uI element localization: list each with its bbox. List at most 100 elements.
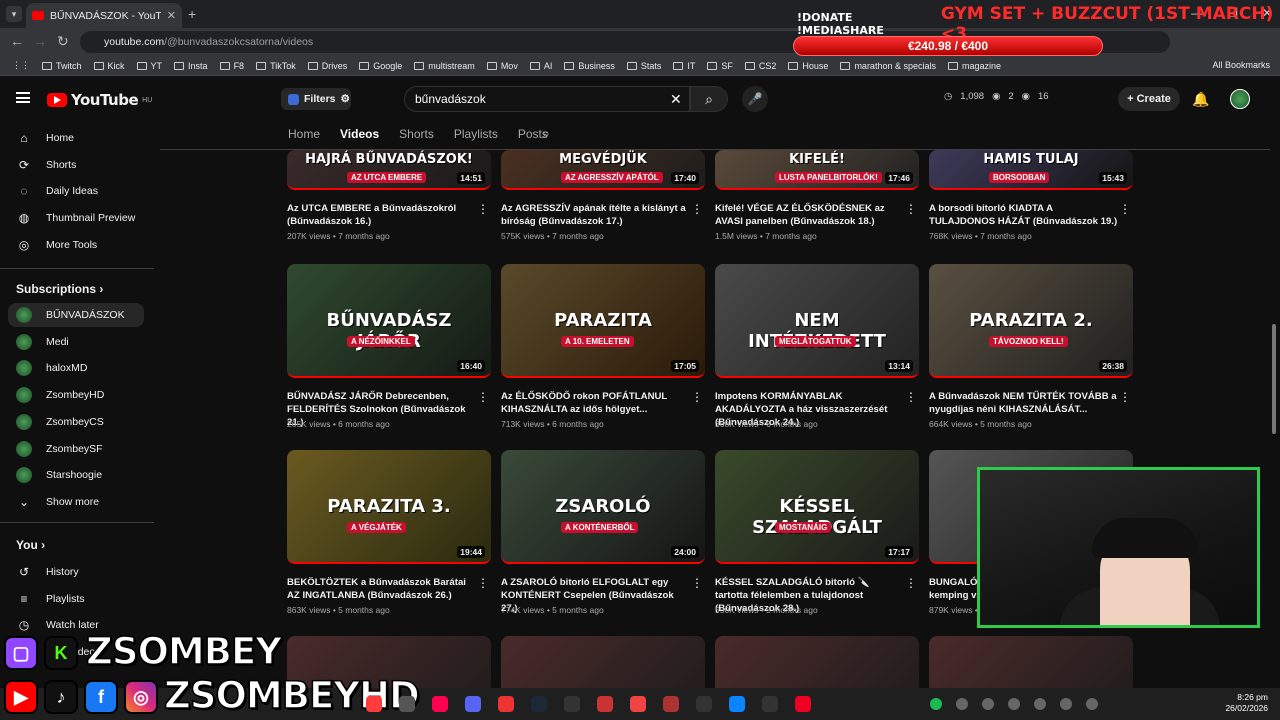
bookmark-item[interactable]: Business [558, 61, 621, 71]
sidebar-item-home[interactable]: ⌂ Home [8, 126, 144, 150]
taskbar-app-icon[interactable] [762, 696, 778, 712]
video-thumbnail[interactable]: KIFELÉ! LUSTA PANELBITORLÓK! 17:46 [715, 150, 919, 190]
more-options-icon[interactable]: ⋮ [905, 390, 917, 404]
taskbar-app-icon[interactable] [366, 696, 382, 712]
taskbar-app-icon[interactable] [795, 696, 811, 712]
more-options-icon[interactable]: ⋮ [477, 202, 489, 216]
more-options-icon[interactable]: ⋮ [477, 390, 489, 404]
video-card[interactable]: KÉSSEL SZALADGÁLTMOSTANÁIG17:17KÉSSEL SZ… [715, 450, 919, 615]
subscription-item[interactable]: BŰNVADÁSZOK [8, 303, 144, 327]
browser-tab[interactable]: BŰNVADÁSZOK - YouTube ✕ [26, 3, 182, 28]
notifications-icon[interactable]: 🔔 [1192, 91, 1209, 108]
bookmark-item[interactable]: TikTok [250, 61, 302, 71]
sidebar-item-daily-ideas[interactable]: ◌ Daily Ideas [8, 179, 144, 203]
bookmark-item[interactable]: AI [524, 61, 559, 71]
more-options-icon[interactable]: ⋮ [905, 202, 917, 216]
more-options-icon[interactable]: ⋮ [691, 390, 703, 404]
search-button[interactable]: ⌕ [690, 86, 728, 112]
tab-videos[interactable]: Videos [340, 127, 379, 141]
apps-icon[interactable]: ⋮⋮ [6, 60, 36, 71]
video-card[interactable]: HAJRÁ BŰNVADÁSZOK! AZ UTCA EMBERE 14:51 Az … [287, 150, 491, 241]
video-card[interactable]: HAMIS TULAJ BORSODBAN 15:43 A borsodi bitor… [929, 150, 1133, 241]
youtube-logo[interactable]: YouTube HU [47, 91, 152, 109]
spotify-icon[interactable] [930, 698, 942, 710]
clear-search-icon[interactable]: ✕ [670, 91, 682, 108]
sidebar-item-more-tools[interactable]: ◎ More Tools [8, 233, 144, 257]
account-avatar[interactable] [1230, 89, 1250, 109]
bookmark-item[interactable]: Google [353, 61, 408, 71]
bookmark-item[interactable]: Twitch [36, 61, 88, 71]
bookmark-item[interactable]: SF [701, 61, 739, 71]
video-title[interactable]: Az AGRESSZÍV apának ítélte a kislányt a … [501, 202, 691, 228]
video-title[interactable]: Az UTCA EMBERE a Bűnvadászokról (Bűnvadá… [287, 202, 477, 228]
tab-home[interactable]: Home [288, 127, 320, 141]
reload-button[interactable]: ↻ [57, 33, 69, 50]
menu-icon[interactable] [16, 92, 30, 103]
video-title[interactable]: Az ÉLŐSKÖDŐ rokon POFÁTLANUL KIHASZNÁLTA… [501, 390, 691, 416]
tab-search-button[interactable]: ▾ [6, 6, 22, 22]
video-title[interactable]: A Bűnvadászok NEM TŰRTÉK TOVÁBB a nyugdí… [929, 390, 1119, 416]
video-title[interactable]: Kifelé! VÉGE AZ ÉLŐSKÖDÉSNEK az AVASI pa… [715, 202, 905, 228]
subscription-item[interactable]: haloxMD [8, 356, 144, 380]
video-title[interactable]: A borsodi bitorló KIADTA A TULAJDONOS HÁ… [929, 202, 1119, 228]
filters-button[interactable]: Filters ⚙ [281, 88, 351, 110]
video-thumbnail[interactable] [501, 636, 705, 690]
video-thumbnail[interactable] [929, 636, 1133, 690]
bookmark-item[interactable]: F8 [214, 61, 251, 71]
more-options-icon[interactable]: ⋮ [477, 576, 489, 590]
video-card[interactable]: PARAZITA A 10. EMELETEN 17:05 Az ÉLŐSKÖDŐ r… [501, 264, 705, 429]
more-options-icon[interactable]: ⋮ [905, 576, 917, 590]
search-input[interactable]: bűnvadászok [404, 86, 690, 112]
bookmark-item[interactable]: CS2 [739, 61, 783, 71]
bookmark-item[interactable]: House [782, 61, 834, 71]
taskbar-app-icon[interactable] [432, 696, 448, 712]
create-button[interactable]: + Create [1118, 87, 1180, 111]
video-thumbnail[interactable]: BŰNVADÁSZ JÁRŐRA NÉZŐINKKEL16:40 [287, 264, 491, 378]
tab-close-icon[interactable]: ✕ [167, 9, 176, 22]
tray-icon[interactable] [982, 698, 994, 710]
bookmark-item[interactable]: magazine [942, 61, 1007, 71]
bookmark-item[interactable]: IT [667, 61, 701, 71]
subscriptions-heading[interactable]: Subscriptions › [16, 282, 103, 296]
video-title[interactable]: BEKÖLTÖZTEK a Bűnvadászok Barátai AZ ING… [287, 576, 477, 602]
video-thumbnail[interactable]: MEGVÉDJÜK AZ AGRESSZÍV APÁTÓL 17:40 [501, 150, 705, 190]
bookmark-item[interactable]: Mov [481, 61, 524, 71]
taskbar-app-icon[interactable] [465, 696, 481, 712]
video-card[interactable]: PARAZITA 3. A VÉGJÁTÉK 19:44 BEKÖLTÖZTEK a … [287, 450, 491, 615]
sidebar-item-thumbnail-preview[interactable]: ◍ Thumbnail Preview [8, 206, 144, 230]
more-options-icon[interactable]: ⋮ [691, 576, 703, 590]
video-thumbnail[interactable]: PARAZITA 2. TÁVOZNOD KELL! 26:38 [929, 264, 1133, 378]
tab-playlists[interactable]: Playlists [454, 127, 498, 141]
video-thumbnail[interactable]: PARAZITA 3. A VÉGJÁTÉK 19:44 [287, 450, 491, 564]
more-options-icon[interactable]: ⋮ [1119, 390, 1131, 404]
tray-icon[interactable] [1008, 698, 1020, 710]
bookmark-item[interactable]: marathon & specials [834, 61, 942, 71]
bookmark-item[interactable]: Insta [168, 61, 214, 71]
taskbar-app-icon[interactable] [630, 696, 646, 712]
taskbar-app-icon[interactable] [564, 696, 580, 712]
video-thumbnail[interactable]: ZSAROLÓ A KONTÉNERBŐL 24:00 [501, 450, 705, 564]
subscription-item[interactable]: ZsombeyCS [8, 410, 144, 434]
discord-icon[interactable] [956, 698, 968, 710]
video-thumbnail[interactable]: NEM INTÉZKEDETTMEGLÁTOGATTUK13:14 [715, 264, 919, 378]
video-card[interactable]: MEGVÉDJÜK AZ AGRESSZÍV APÁTÓL 17:40 Az AGRE… [501, 150, 705, 241]
video-thumbnail[interactable] [715, 636, 919, 690]
taskbar-app-icon[interactable] [729, 696, 745, 712]
taskbar-clock[interactable]: 8:26 pm 26/02/2026 [1225, 692, 1268, 714]
video-card[interactable]: PARAZITA 2. TÁVOZNOD KELL! 26:38 A Bűnvadás… [929, 264, 1133, 429]
you-heading[interactable]: You › [16, 538, 45, 552]
video-card[interactable]: KIFELÉ! LUSTA PANELBITORLÓK! 17:46 Kifelé! … [715, 150, 919, 241]
video-thumbnail[interactable]: PARAZITA A 10. EMELETEN 17:05 [501, 264, 705, 378]
forward-button[interactable]: → [33, 33, 47, 49]
video-card[interactable]: NEM INTÉZKEDETTMEGLÁTOGATTUK13:14Impoten… [715, 264, 919, 429]
bookmark-item[interactable]: YT [131, 61, 169, 71]
tab-shorts[interactable]: Shorts [399, 127, 434, 141]
channel-search-icon[interactable]: ⌕ [542, 125, 550, 142]
video-thumbnail[interactable]: KÉSSEL SZALADGÁLTMOSTANÁIG17:17 [715, 450, 919, 564]
taskbar-app-icon[interactable] [597, 696, 613, 712]
subscription-item[interactable]: Medi [8, 330, 144, 354]
taskbar-app-icon[interactable] [696, 696, 712, 712]
bookmark-item[interactable]: Stats [621, 61, 668, 71]
video-thumbnail[interactable]: HAJRÁ BŰNVADÁSZOK! AZ UTCA EMBERE 14:51 [287, 150, 491, 190]
bookmark-item[interactable]: Drives [302, 61, 354, 71]
